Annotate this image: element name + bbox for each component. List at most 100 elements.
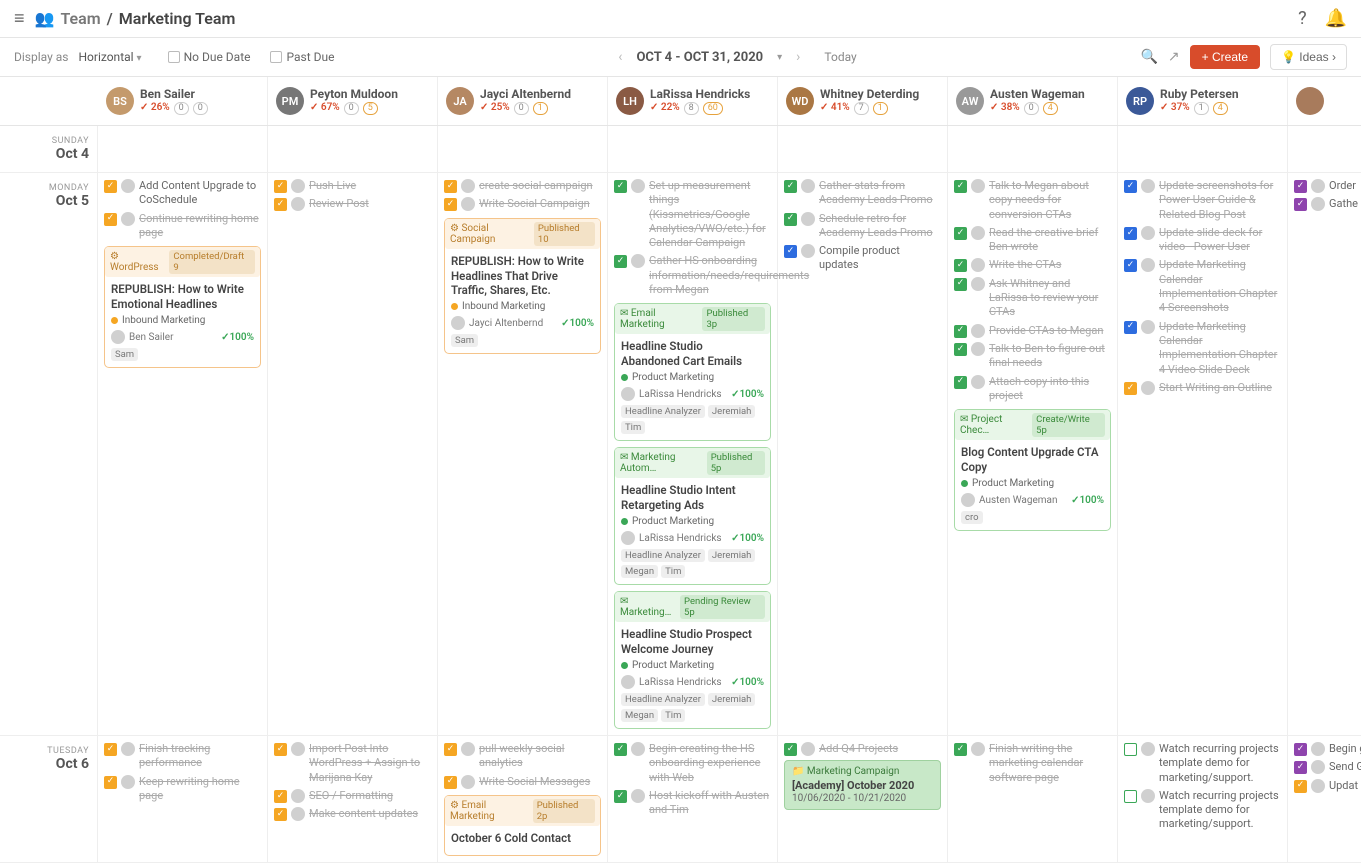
task-item[interactable]: ✓ Gather HS onboarding information/needs… (614, 254, 771, 297)
checkbox-icon[interactable]: ✓ (1124, 321, 1137, 334)
checkbox-icon[interactable]: ✓ (104, 213, 117, 226)
task-item[interactable]: ✓ Update screenshots for Power User Guid… (1124, 179, 1281, 222)
tag-chip[interactable]: Sam (451, 334, 478, 347)
checkbox-icon[interactable]: ✓ (104, 180, 117, 193)
task-item[interactable]: ✓ Attach copy into this project (954, 375, 1111, 404)
task-item[interactable]: ✓ Send Garret (1294, 760, 1361, 774)
task-item[interactable]: ✓ Provide CTAs to Megan (954, 324, 1111, 338)
task-item[interactable]: ✓ Talk to Ben to figure out final needs (954, 342, 1111, 371)
tag-chip[interactable]: Sam (111, 348, 138, 361)
person-column-header[interactable]: PM Peyton Muldoon ✓ 67% 0 5 (268, 77, 438, 125)
checkbox-icon[interactable]: ✓ (784, 245, 797, 258)
checkbox-icon[interactable]: ✓ (1124, 259, 1137, 272)
checkbox-icon[interactable]: ✓ (954, 259, 967, 272)
task-item[interactable]: ✓ Push Live (274, 179, 431, 193)
next-range-button[interactable]: › (796, 49, 800, 65)
task-item[interactable]: ✓ Write Social Campaign (444, 197, 601, 211)
checkbox-icon[interactable]: ✓ (104, 776, 117, 789)
task-item[interactable]: ✓ Gather stats from Academy Leads Promo (784, 179, 941, 208)
task-item[interactable]: ✓ Write the CTAs (954, 258, 1111, 272)
day-cell[interactable]: ✓ Add Q4 Projects📁 Marketing Campaign [A… (778, 736, 948, 862)
checkbox-icon[interactable]: ✓ (274, 808, 287, 821)
task-item[interactable]: ✓ SEO / Formatting (274, 789, 431, 803)
person-column-header[interactable]: WD Whitney Deterding ✓ 41% 7 1 (778, 77, 948, 125)
content-card[interactable]: ⚙ WordPressCompleted/Draft 9 REPUBLISH: … (104, 246, 261, 368)
checkbox-icon[interactable]: ✓ (614, 790, 627, 803)
day-cell[interactable] (778, 126, 948, 172)
checkbox-icon[interactable]: ✓ (274, 790, 287, 803)
campaign-card[interactable]: 📁 Marketing Campaign [Academy] October 2… (784, 760, 941, 810)
tag-chip[interactable]: Jeremiah (708, 405, 756, 418)
today-button[interactable]: Today (824, 50, 856, 64)
checkbox-icon[interactable] (1124, 790, 1137, 803)
tag-chip[interactable]: Tim (661, 709, 685, 722)
task-item[interactable]: Watch recurring projects template demo f… (1124, 789, 1281, 832)
day-cell[interactable]: ✓ Begin creating the HS onboarding exper… (608, 736, 778, 862)
person-column-header[interactable]: JA Jayci Altenbernd ✓ 25% 0 1 (438, 77, 608, 125)
task-item[interactable]: ✓ Add Content Upgrade to CoSchedule (104, 179, 261, 208)
checkbox-icon[interactable]: ✓ (274, 198, 287, 211)
bell-icon[interactable]: 🔔 (1325, 8, 1347, 29)
task-item[interactable]: ✓ Keep rewriting home page (104, 775, 261, 804)
checkbox-icon[interactable]: ✓ (1124, 180, 1137, 193)
task-item[interactable]: ✓ Update Marketing Calendar Implementati… (1124, 258, 1281, 315)
person-column-header[interactable]: LH LaRissa Hendricks ✓ 22% 8 60 (608, 77, 778, 125)
tag-chip[interactable]: Megan (621, 709, 658, 722)
checkbox-icon[interactable]: ✓ (104, 743, 117, 756)
content-card[interactable]: ✉ Project Chec…Create/Write 5p Blog Cont… (954, 409, 1111, 531)
day-cell[interactable]: ✓ Add Content Upgrade to CoSchedule ✓ Con… (98, 173, 268, 735)
tag-chip[interactable]: Tim (621, 421, 645, 434)
checkbox-icon[interactable]: ✓ (614, 743, 627, 756)
content-card[interactable]: ⚙ Social CampaignPublished 10 REPUBLISH:… (444, 218, 601, 355)
checkbox-icon[interactable]: ✓ (954, 180, 967, 193)
no-due-date-filter[interactable]: No Due Date (168, 50, 251, 64)
person-column-header[interactable]: AW Austen Wageman ✓ 38% 0 4 (948, 77, 1118, 125)
task-item[interactable]: ✓ Order (1294, 179, 1361, 193)
task-item[interactable]: ✓ Gathe points (1294, 197, 1361, 211)
task-item[interactable]: ✓ Begin creating the HS onboarding exper… (614, 742, 771, 785)
task-item[interactable]: ✓ Finish writing the marketing calendar … (954, 742, 1111, 785)
checkbox-icon[interactable]: ✓ (614, 255, 627, 268)
breadcrumb-team[interactable]: Team (60, 9, 100, 28)
tag-chip[interactable]: Jeremiah (708, 693, 756, 706)
person-column-header[interactable] (1288, 77, 1361, 125)
checkbox-icon[interactable]: ✓ (954, 227, 967, 240)
task-item[interactable]: ✓ Set up measurement things (Kissmetrics… (614, 179, 771, 250)
task-item[interactable]: ✓ Start Writing an Outline (1124, 381, 1281, 395)
checkbox-icon[interactable]: ✓ (954, 376, 967, 389)
task-item[interactable]: ✓ Update Marketing Calendar Implementati… (1124, 320, 1281, 377)
day-cell[interactable]: ✓ Talk to Megan about copy needs for con… (948, 173, 1118, 735)
checkbox-icon[interactable]: ✓ (444, 198, 457, 211)
task-item[interactable]: ✓ Update slide deck for video - Power Us… (1124, 226, 1281, 255)
task-item[interactable]: ✓ Schedule retro for Academy Leads Promo (784, 212, 941, 241)
tag-chip[interactable]: Headline Analyzer (621, 693, 705, 706)
checkbox-icon[interactable]: ✓ (274, 743, 287, 756)
tag-chip[interactable]: Headline Analyzer (621, 405, 705, 418)
day-cell[interactable]: ✓ Update screenshots for Power User Guid… (1118, 173, 1288, 735)
checkbox-icon[interactable]: ✓ (1294, 180, 1307, 193)
day-cell[interactable]: ✓ Import Post Into WordPress + Assign to… (268, 736, 438, 862)
task-item[interactable]: ✓ Write Social Messages (444, 775, 601, 789)
checkbox-icon[interactable]: ✓ (784, 213, 797, 226)
day-cell[interactable]: ✓ Gather stats from Academy Leads Promo ✓… (778, 173, 948, 735)
create-button[interactable]: + Create (1190, 45, 1260, 69)
day-cell[interactable]: ✓ Set up measurement things (Kissmetrics… (608, 173, 778, 735)
day-cell[interactable] (1118, 126, 1288, 172)
help-icon[interactable]: ? (1298, 8, 1307, 29)
task-item[interactable]: ✓ Review Post (274, 197, 431, 211)
day-cell[interactable]: ✓ Begin graph ✓ Send Garret ✓ Updat (1288, 736, 1361, 862)
task-item[interactable]: ✓ Begin graph (1294, 742, 1361, 756)
day-cell[interactable]: ✓ create social campaign✓ Write Social C… (438, 173, 608, 735)
search-icon[interactable]: 🔍 (1140, 49, 1157, 65)
person-column-header[interactable]: RP Ruby Petersen ✓ 37% 1 4 (1118, 77, 1288, 125)
checkbox-icon[interactable]: ✓ (1294, 780, 1307, 793)
day-cell[interactable] (268, 126, 438, 172)
checkbox-icon[interactable]: ✓ (1294, 198, 1307, 211)
day-cell[interactable]: ✓ Order ✓ Gathe points (1288, 173, 1361, 735)
task-item[interactable]: ✓ Import Post Into WordPress + Assign to… (274, 742, 431, 785)
day-cell[interactable] (608, 126, 778, 172)
checkbox-icon[interactable]: ✓ (1294, 761, 1307, 774)
task-item[interactable]: ✓ Continue rewriting home page (104, 212, 261, 241)
prev-range-button[interactable]: ‹ (618, 49, 622, 65)
task-item[interactable]: ✓ Updat (1294, 779, 1361, 793)
